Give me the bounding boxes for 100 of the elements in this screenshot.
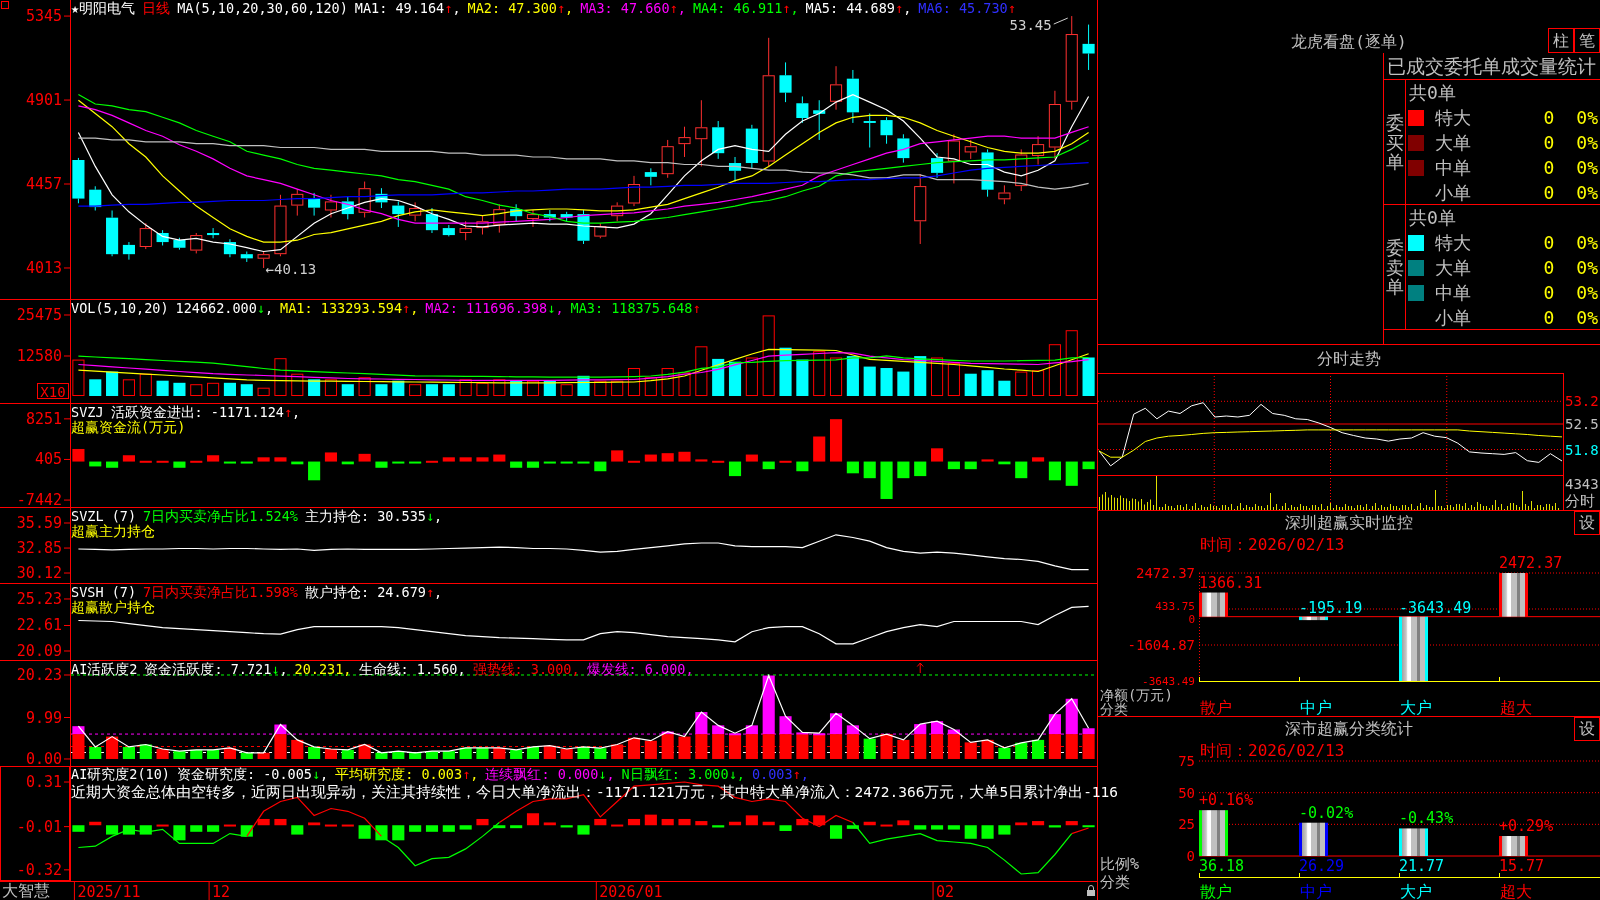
chart-bar <box>173 461 186 468</box>
chart-bar <box>577 461 590 464</box>
indicator-legend: 主力持仓: 30.535↓, <box>304 509 443 524</box>
candlestick <box>779 61 792 103</box>
view-toggle-button[interactable]: 柱 <box>1548 28 1574 53</box>
chart-bar <box>914 825 927 830</box>
chart-bar <box>139 460 152 463</box>
settings-button[interactable]: 设 <box>1574 511 1600 535</box>
axis-label: 2472.37 <box>1136 565 1195 581</box>
candlestick <box>358 181 371 218</box>
indicator-legend: MA1: 49.164↑, <box>354 1 461 16</box>
axis-label: 25 <box>1178 816 1195 833</box>
chart-bar <box>863 366 876 396</box>
value-label: 2472.37 <box>1499 554 1563 572</box>
chart-bar <box>897 461 910 479</box>
axis-label: -3643.49 <box>1142 674 1195 688</box>
chart-bar <box>813 815 826 826</box>
chart-bar <box>207 749 220 759</box>
chart-bar <box>796 818 809 826</box>
axis-label: 50 <box>1178 784 1195 801</box>
axis-label: 4901 <box>25 91 62 110</box>
chart-bar <box>476 382 489 396</box>
chart-bar <box>998 825 1011 835</box>
chart-bar <box>1015 461 1028 479</box>
lock-icon <box>1087 885 1095 896</box>
indicator-legend: MA3: 47.660↑, <box>580 1 686 16</box>
category-bar <box>1199 810 1228 856</box>
chart-bar <box>106 736 119 759</box>
chart-bar <box>442 825 455 832</box>
chart-bar <box>459 747 472 759</box>
chart-bar <box>375 461 388 468</box>
chart-bar <box>122 825 135 835</box>
category-bar <box>1499 836 1528 856</box>
chart-bar <box>863 461 876 479</box>
chart-bar <box>1082 357 1095 396</box>
chart-bar <box>880 734 893 759</box>
candlestick <box>627 175 641 207</box>
axis-label: 4457 <box>25 175 62 193</box>
category-label: 大户 <box>1400 881 1432 900</box>
candlestick <box>341 196 354 220</box>
category-label: 散户 <box>1200 881 1232 900</box>
axis-label: 25475 <box>16 306 62 324</box>
candlestick <box>914 173 927 245</box>
chart-bar <box>240 384 253 396</box>
group-label: 委买单 <box>1385 112 1404 173</box>
chart-bar <box>644 377 657 396</box>
order-share: 0% <box>1575 281 1599 304</box>
chart-bar <box>1048 344 1061 396</box>
chart-bar <box>627 368 641 396</box>
chart-bar <box>476 457 489 462</box>
settings-button[interactable]: 设 <box>1574 717 1600 741</box>
view-toggle-button[interactable]: 笔 <box>1574 28 1600 53</box>
chart-bar <box>324 824 337 827</box>
chart-bar <box>324 749 337 759</box>
chart-bar <box>947 363 960 396</box>
chart-bar <box>291 825 304 835</box>
chart-bar <box>931 448 944 462</box>
chart-bar <box>257 752 270 759</box>
chart-bar <box>257 818 270 826</box>
chart-bar <box>560 461 573 464</box>
chart-bar <box>442 384 455 396</box>
indicator-legend: 平均研究度: 0.003↑, <box>335 767 479 782</box>
chart-bar <box>207 455 220 462</box>
stock-name: ★明阳电气 <box>71 1 136 16</box>
change-label: -0.02% <box>1299 803 1354 822</box>
chart-bar <box>611 744 624 759</box>
chart-bar <box>257 387 270 396</box>
chart-bar <box>964 373 977 396</box>
chart-bar <box>695 821 708 826</box>
indicator-legend: 7日内买卖净占比1.524% <box>143 509 298 524</box>
candlestick <box>998 184 1011 205</box>
candlestick <box>89 185 102 211</box>
chart-bar <box>611 450 624 462</box>
chart-bar <box>661 453 674 462</box>
date-label: 2025/11 <box>77 883 141 900</box>
chart-bar <box>627 737 641 759</box>
chart-bar <box>526 813 540 826</box>
indicator-legend: 124662.000↓, <box>175 301 274 316</box>
chart-bar <box>560 749 573 759</box>
order-count: 0 <box>1542 306 1556 329</box>
chart-bar <box>89 461 102 467</box>
chart-bar <box>1048 825 1061 828</box>
axis-label: -1604.87 <box>1127 637 1195 653</box>
axis-label: 433.75 <box>1155 599 1195 613</box>
indicator-legend: MA(5,10,20,30,60,120) <box>177 1 348 16</box>
indicator-legend: 7日内买卖净占比1.598% <box>143 585 298 600</box>
indicator-legend: MA2: 47.300↑, <box>467 1 574 16</box>
timestamp-text: 时间：2026/02/13 <box>1200 535 1345 554</box>
chart-bar <box>627 818 641 826</box>
chart-bar <box>931 357 944 396</box>
table-title: 已成交委托单成交量统计 <box>1384 53 1600 80</box>
candlestick <box>678 126 691 158</box>
indicator-legend: SVZJ <box>71 405 104 420</box>
candlestick <box>526 209 540 228</box>
chart-bar <box>627 460 641 463</box>
chart-bar <box>830 825 843 839</box>
chart-bar <box>291 739 304 759</box>
category-bar <box>1199 592 1228 617</box>
axis-label: -0.01 <box>16 817 62 836</box>
indicator-legend: AI研究度2(10) <box>71 767 170 782</box>
